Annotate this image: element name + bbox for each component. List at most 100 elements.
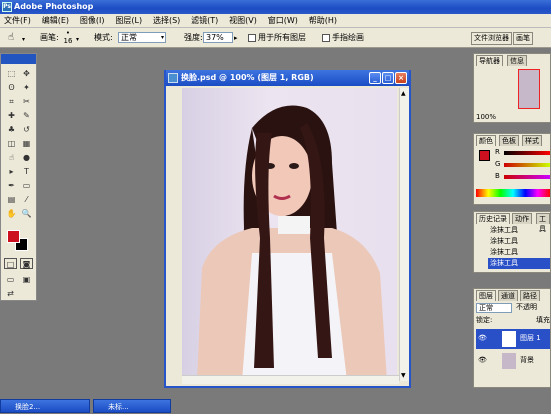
brush-dropdown-icon[interactable]: ▾ (76, 36, 79, 43)
zoom-tool[interactable]: 🔍 (20, 208, 33, 219)
close-button[interactable]: × (395, 72, 407, 84)
portrait-photo (197, 105, 387, 381)
history-item[interactable]: 涂抹工具 (490, 236, 550, 247)
layer-row-selected[interactable]: 👁 图层 1 (476, 329, 550, 349)
shape-tool[interactable]: ▭ (20, 180, 33, 191)
magic-wand-tool[interactable]: ✦ (20, 82, 33, 93)
standard-mode-icon[interactable]: □ (4, 258, 17, 269)
brushes-tab[interactable]: 画笔 (513, 32, 533, 45)
paths-tab[interactable]: 路径 (520, 290, 540, 301)
smudge-tool[interactable]: ☝ (5, 152, 18, 163)
layer-name: 背景 (520, 356, 534, 364)
screen-mode-full-icon[interactable]: ▣ (20, 274, 33, 285)
eraser-tool[interactable]: ◫ (5, 138, 18, 149)
menu-file[interactable]: 文件(F) (0, 14, 35, 28)
menu-edit[interactable]: 编辑(E) (38, 14, 73, 28)
lasso-tool[interactable]: ʘ (5, 82, 18, 93)
quick-mask-icon[interactable]: ◙ (20, 258, 33, 269)
minimized-window[interactable]: 换脸2... (0, 399, 90, 413)
brush-size-value: 16 (63, 37, 73, 45)
eye-icon[interactable]: 👁 (478, 334, 487, 342)
history-brush-tool[interactable]: ↺ (20, 124, 33, 135)
menu-filter[interactable]: 滤镜(T) (187, 14, 222, 28)
menu-layer[interactable]: 图层(L) (111, 14, 146, 28)
layer-thumbnail (502, 331, 516, 347)
marquee-tool[interactable]: ⬚ (5, 68, 18, 79)
imageready-icon[interactable]: ⇄ (4, 288, 17, 299)
blend-mode-select[interactable]: 正常 (476, 303, 512, 313)
layer-thumbnail (502, 353, 516, 369)
info-tab[interactable]: 信息 (507, 55, 527, 66)
history-item-selected[interactable]: 涂抹工具 (488, 258, 550, 269)
hand-tool[interactable]: ✋ (5, 208, 18, 219)
scroll-up-icon[interactable]: ▲ (401, 90, 406, 97)
vertical-scrollbar[interactable]: ▲ ▼ (399, 88, 409, 381)
layers-tab[interactable]: 图层 (476, 290, 496, 301)
brushes-tab-label: 画笔 (516, 34, 530, 42)
color-ramp[interactable] (476, 189, 550, 197)
menu-image[interactable]: 图像(I) (76, 14, 109, 28)
dodge-tool[interactable]: ● (20, 152, 33, 163)
tools-tab[interactable]: 工具 (536, 213, 550, 233)
layer-row[interactable]: 👁 背景 (476, 351, 550, 371)
eyedropper-tool[interactable]: ⁄ (20, 194, 33, 205)
minimize-icon: _ (373, 74, 377, 82)
image-canvas[interactable] (182, 88, 397, 381)
brush-preset-picker[interactable]: • 16 (62, 29, 74, 45)
mode-select[interactable]: 正常 ▾ (118, 32, 166, 43)
file-browser-tab[interactable]: 文件浏览器 (471, 32, 512, 45)
color-panel: 颜色 色板 样式 R G B (473, 133, 551, 205)
history-item[interactable]: 涂抹工具 (490, 225, 550, 236)
fg-color-swatch[interactable] (479, 150, 490, 161)
type-tool[interactable]: T (20, 166, 33, 177)
scroll-down-icon[interactable]: ▼ (401, 372, 406, 379)
toolbox-header[interactable] (1, 54, 36, 64)
navigator-thumbnail[interactable] (518, 69, 540, 109)
channels-tab-label: 通道 (501, 292, 515, 300)
all-layers-checkbox[interactable] (248, 34, 256, 42)
green-slider[interactable] (504, 163, 550, 167)
crop-tool[interactable]: ⌗ (5, 96, 18, 107)
layers-tab-label: 图层 (479, 292, 493, 300)
history-tab[interactable]: 历史记录 (476, 213, 510, 224)
screen-mode-standard-icon[interactable]: ▭ (4, 274, 17, 285)
styles-tab[interactable]: 样式 (522, 135, 542, 146)
toolbox: ⬚ ✥ ʘ ✦ ⌗ ✂ ✚ ✎ ♣ ↺ ◫ ▦ ☝ ● ▸ T ✒ ▭ ▤ ⁄ ✋ 🔍 □ ◙ ▭ ▣ ⇄ (0, 53, 37, 301)
swatches-tab[interactable]: 色板 (499, 135, 519, 146)
history-item[interactable]: 涂抹工具 (490, 247, 550, 258)
finger-painting-checkbox[interactable] (322, 34, 330, 42)
strength-slider-arrow-icon[interactable]: ▸ (234, 34, 238, 42)
gradient-tool[interactable]: ▦ (20, 138, 33, 149)
slice-tool[interactable]: ✂ (20, 96, 33, 107)
navigator-tab[interactable]: 导航器 (476, 55, 503, 66)
brush-tool[interactable]: ✎ (20, 110, 33, 121)
menu-select[interactable]: 选择(S) (149, 14, 184, 28)
minimized-window-title: 未标... (108, 403, 129, 411)
maximize-button[interactable]: □ (382, 72, 394, 84)
zoom-level[interactable]: 100% (476, 112, 496, 123)
strength-input[interactable]: 37% (203, 32, 233, 43)
healing-tool[interactable]: ✚ (5, 110, 18, 121)
minimized-window[interactable]: 未标... (93, 399, 171, 413)
smudge-tool-icon[interactable]: ☝ (8, 33, 14, 43)
minimize-button[interactable]: _ (369, 72, 381, 84)
color-tab[interactable]: 颜色 (476, 135, 496, 146)
dropdown-arrow-icon[interactable]: ▾ (22, 36, 25, 43)
foreground-color-swatch[interactable] (7, 230, 20, 243)
path-select-tool[interactable]: ▸ (5, 166, 18, 177)
stamp-tool[interactable]: ♣ (5, 124, 18, 135)
actions-tab[interactable]: 动作 (512, 213, 532, 224)
menu-view[interactable]: 视图(V) (225, 14, 261, 28)
menu-help[interactable]: 帮助(H) (305, 14, 341, 28)
blue-slider[interactable] (504, 175, 550, 179)
menu-window[interactable]: 窗口(W) (264, 14, 302, 28)
horizontal-scrollbar[interactable] (182, 375, 399, 384)
actions-tab-label: 动作 (515, 215, 529, 223)
document-title-bar[interactable]: 换脸.psd @ 100% (图层 1, RGB) _ □ × (166, 70, 409, 86)
move-tool[interactable]: ✥ (20, 68, 33, 79)
eye-icon[interactable]: 👁 (478, 356, 487, 364)
pen-tool[interactable]: ✒ (5, 180, 18, 191)
channels-tab[interactable]: 通道 (498, 290, 518, 301)
red-slider[interactable] (504, 151, 550, 155)
notes-tool[interactable]: ▤ (5, 194, 18, 205)
